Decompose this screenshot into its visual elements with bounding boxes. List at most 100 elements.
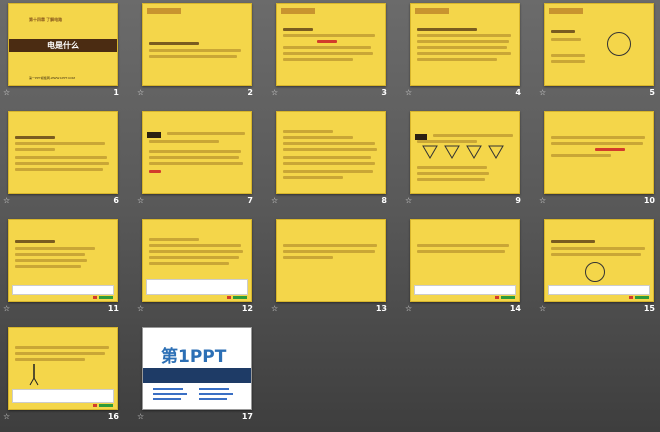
slide-number: 15 (643, 304, 655, 313)
slide-thumbnail-12[interactable]: ☆ 12 (134, 216, 259, 317)
ppt-logo: 第1PPT (161, 347, 227, 367)
slide-number: 4 (515, 88, 521, 97)
slide-text-line (149, 55, 237, 58)
slide-preview (544, 111, 654, 194)
slide-text-line (417, 172, 489, 175)
logo-banner (143, 368, 251, 383)
balloon-diagram-icon (422, 145, 504, 159)
slide-number: 16 (107, 412, 119, 421)
link-line (153, 398, 181, 400)
slide-thumbnail-4[interactable]: ☆ 4 (402, 0, 527, 101)
slide-number: 6 (113, 196, 119, 205)
slide-thumbnail-7[interactable]: ☆ 7 (134, 108, 259, 209)
slide-text-line (551, 240, 595, 243)
slide-text-line (551, 60, 585, 63)
slide-number: 10 (643, 196, 655, 205)
slide-text-line (283, 142, 375, 145)
slide-thumbnail-16[interactable]: ☆ 16 (0, 324, 125, 425)
slide-chapter-text: 第十四章 了解电路 (29, 17, 63, 22)
slide-number: 8 (381, 196, 387, 205)
slide-header-bar (147, 8, 181, 14)
slide-text-line (149, 140, 219, 143)
answer-buttons (495, 296, 515, 299)
slide-preview (544, 3, 654, 86)
slide-thumbnail-5[interactable]: ☆ 5 (536, 0, 660, 101)
link-line (153, 393, 187, 395)
slide-text-line (15, 358, 85, 361)
slide-number: 3 (381, 88, 387, 97)
slide-title-band: 电是什么 (9, 39, 117, 52)
slide-number: 7 (247, 196, 253, 205)
link-line (199, 393, 233, 395)
transition-star-icon: ☆ (137, 88, 145, 97)
slide-text-line (551, 253, 641, 256)
slide-thumbnail-15[interactable]: ☆ 15 (536, 216, 660, 317)
slide-text-line (15, 156, 107, 159)
slide-text-line (15, 148, 55, 151)
slide-text-line (283, 34, 375, 37)
transition-star-icon: ☆ (539, 304, 547, 313)
slide-thumbnail-11[interactable]: ☆ 11 (0, 216, 125, 317)
slide-highlight-line (595, 148, 625, 151)
transition-star-icon: ☆ (3, 304, 11, 313)
slide-text-line (149, 49, 241, 52)
slide-text-line (283, 256, 333, 259)
slide-text-line (551, 142, 643, 145)
meter-diagram-icon (607, 32, 631, 56)
slide-preview (410, 111, 520, 194)
transition-star-icon: ☆ (137, 304, 145, 313)
slide-highlight-line (149, 170, 161, 173)
slide-text-line (15, 346, 109, 349)
electroscope-diagram-icon (29, 364, 39, 386)
transition-star-icon: ☆ (271, 196, 279, 205)
slide-text-line (417, 40, 509, 43)
slide-thumbnail-13[interactable]: ☆ 13 (268, 216, 393, 317)
answer-buttons (93, 296, 113, 299)
slide-text-line (551, 154, 611, 157)
slide-number: 12 (241, 304, 253, 313)
slide-text-line (15, 136, 55, 139)
answer-box (12, 285, 114, 295)
slide-text-line (15, 265, 81, 268)
slide-number: 1 (113, 88, 119, 97)
slide-number: 13 (375, 304, 387, 313)
slide-text-line (283, 52, 373, 55)
slide-thumbnail-10[interactable]: ☆ 10 (536, 108, 660, 209)
slide-text-line (417, 52, 511, 55)
slide-number: 11 (107, 304, 119, 313)
transition-star-icon: ☆ (3, 412, 11, 421)
slide-text-line (15, 247, 95, 250)
transition-star-icon: ☆ (137, 412, 145, 421)
slide-text-line (149, 162, 243, 165)
slide-thumbnail-9[interactable]: ☆ 9 (402, 108, 527, 209)
slide-text-line (417, 140, 477, 143)
slide-number: 17 (241, 412, 253, 421)
transition-star-icon: ☆ (271, 88, 279, 97)
slide-text-line (417, 166, 487, 169)
answer-buttons (227, 296, 247, 299)
slide-thumbnail-8[interactable]: ☆ 8 (268, 108, 393, 209)
slide-thumbnail-17[interactable]: 第1PPT ☆ 17 (134, 324, 259, 425)
slide-text-line (167, 132, 245, 135)
slide-text-line (283, 244, 377, 247)
slide-text-line (283, 156, 371, 159)
slide-thumbnail-2[interactable]: ☆ 2 (134, 0, 259, 101)
slide-number: 5 (649, 88, 655, 97)
slide-text-line (149, 262, 229, 265)
slide-header-bar (415, 8, 449, 14)
slide-thumbnail-6[interactable]: ☆ 6 (0, 108, 125, 209)
slide-text-line (15, 142, 105, 145)
slide-text-line (149, 244, 241, 247)
slide-text-line (417, 28, 477, 31)
slide-preview (276, 3, 386, 86)
slide-thumbnail-3[interactable]: ☆ 3 (268, 0, 393, 101)
electroscope-diagram-icon (585, 262, 605, 282)
slide-preview (410, 3, 520, 86)
slide-preview (8, 327, 118, 410)
transition-star-icon: ☆ (271, 304, 279, 313)
slide-thumbnail-14[interactable]: ☆ 14 (402, 216, 527, 317)
slide-thumbnail-1[interactable]: 第十四章 了解电路 电是什么 第一PPT模板网-WWW.1PPT.COM ☆ 1 (0, 0, 125, 101)
answer-box (548, 285, 650, 295)
slide-text-line (417, 58, 497, 61)
slide-number: 14 (509, 304, 521, 313)
